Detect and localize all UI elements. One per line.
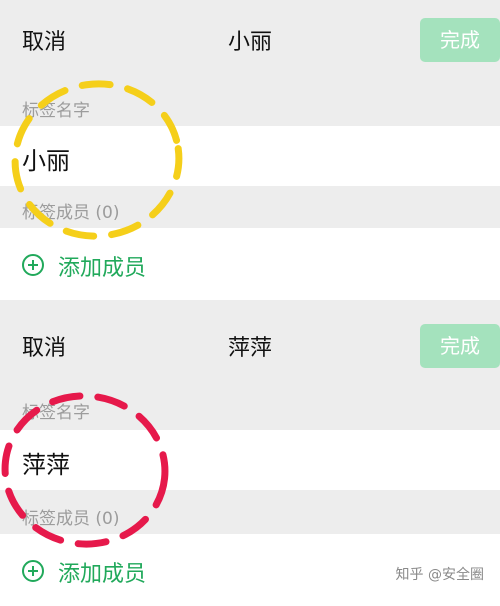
tag-name-value: 小丽 xyxy=(22,147,70,175)
done-button[interactable]: 完成 xyxy=(420,324,500,368)
header: 取消 小丽 完成 xyxy=(0,0,500,80)
tag-edit-panel-2: 取消 萍萍 完成 标签名字 萍萍 标签成员 (0) 添加成员 xyxy=(0,306,500,606)
add-member-row[interactable]: 添加成员 xyxy=(0,228,500,300)
tag-name-label: 标签名字 xyxy=(22,101,90,121)
plus-circle-icon xyxy=(22,560,44,582)
tag-name-value: 萍萍 xyxy=(22,451,70,479)
members-label: 标签成员 (0) xyxy=(22,509,120,529)
tag-edit-panel-1: 取消 小丽 完成 标签名字 小丽 标签成员 (0) 添加成员 xyxy=(0,0,500,300)
done-button[interactable]: 完成 xyxy=(420,18,500,62)
plus-circle-icon xyxy=(22,254,44,276)
add-member-label: 添加成员 xyxy=(58,562,147,587)
tag-name-field[interactable]: 萍萍 xyxy=(0,430,500,490)
header: 取消 萍萍 完成 xyxy=(0,306,500,386)
tag-name-label: 标签名字 xyxy=(22,403,90,423)
add-member-label: 添加成员 xyxy=(58,256,147,281)
tag-name-field[interactable]: 小丽 xyxy=(0,126,500,186)
watermark: 知乎 @安全圈 xyxy=(391,562,488,586)
members-label: 标签成员 (0) xyxy=(22,203,120,223)
